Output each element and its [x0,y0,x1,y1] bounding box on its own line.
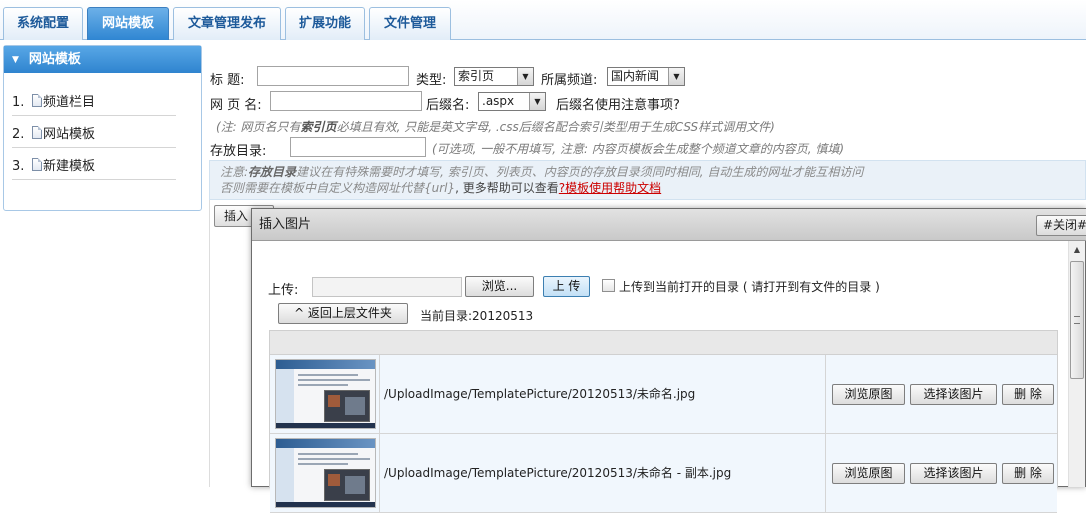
dialog-close-button[interactable]: #关闭# [1036,215,1086,236]
document-icon [32,126,42,139]
hint-text: (注: 网页名只有 [216,120,301,134]
pagename-label: 网 页 名: [210,98,262,113]
tab-file-manager[interactable]: 文件管理 [369,7,451,40]
current-dir: 当前目录:20120513 [420,307,533,324]
image-thumbnail[interactable] [275,359,376,429]
notice-text: 否则需要在模板中自定义构造网址代替{url} [220,181,456,195]
upload-button[interactable]: 上 传 [543,276,590,297]
channel-select-value: 国内新闻 [611,69,660,83]
pagename-input[interactable] [270,91,422,111]
top-tab-bar: 系统配置 网站模板 文章管理发布 扩展功能 文件管理 [0,0,1086,40]
file-path: /UploadImage/TemplatePicture/20120513/未命… [380,355,826,433]
type-select-value: 索引页 [458,69,495,83]
view-original-button[interactable]: 浏览原图 [832,463,905,484]
notice-text: 建议在有特殊需要时才填写, 索引页、列表页、内容页的存放目录须同时相同, 自动生… [296,165,864,179]
channel-select[interactable]: 国内新闻 ▼ [607,67,685,86]
sidebar-link[interactable]: 新建模板 [43,159,95,174]
browse-button[interactable]: 浏览... [465,276,534,297]
thumbnail-cell [270,355,380,433]
upload-to-current-checkbox[interactable] [602,279,615,292]
hint-text: 必填且有效, 只能是英文字母, .css后缀名配合索引类型用于生成CSS样式调用… [336,120,775,134]
suffix-select[interactable]: .aspx ▼ [478,92,546,111]
select-image-button[interactable]: 选择该图片 [910,463,997,484]
current-dir-label: 当前目录: [420,309,473,323]
current-dir-value: 20120513 [472,309,534,323]
title-label: 标 题: [210,73,245,88]
file-row: /UploadImage/TemplatePicture/20120513/未命… [270,434,1057,513]
view-original-button[interactable]: 浏览原图 [832,384,905,405]
directory-notice: 注意:存放目录建议在有特殊需要时才填写, 索引页、列表页、内容页的存放目录须同时… [209,160,1086,200]
suffix-note[interactable]: 后缀名使用注意事项? [556,94,680,113]
type-select[interactable]: 索引页 ▼ [454,67,534,86]
item-number: 1. [12,95,25,110]
tab-site-template[interactable]: 网站模板 [87,7,169,40]
upload-checkbox-label: 上传到当前打开的目录 ( 请打开到有文件的目录 ) [619,280,880,294]
select-image-button[interactable]: 选择该图片 [910,384,997,405]
sidebar-item-new-template[interactable]: 3. 新建模板 [12,154,176,180]
back-to-parent-button[interactable]: ^ 返回上层文件夹 [278,303,408,324]
image-thumbnail[interactable] [275,438,376,508]
help-doc-link[interactable]: ?模板使用帮助文档 [559,181,661,195]
document-icon [32,158,42,171]
form-row-hint: (注: 网页名只有索引页必填且有效, 只能是英文字母, .css后缀名配合索引类… [210,115,1086,137]
notice-text: , 更多帮助可以查看 [455,181,559,195]
file-list-header [270,331,1057,355]
sidebar-title: 网站模板 [28,52,81,67]
dir-hint: (可选项, 一般不用填写, 注意: 内容页模板会生成整个频道文章的内容页, 慎填… [432,142,845,156]
notice-line-2: 否则需要在模板中自定义构造网址代替{url}, 更多帮助可以查看?模板使用帮助文… [220,180,1085,196]
sidebar-item-channel[interactable]: 1. 频道栏目 [12,90,176,116]
delete-button[interactable]: 删 除 [1002,463,1054,484]
tab-system-config[interactable]: 系统配置 [3,7,83,40]
delete-button[interactable]: 删 除 [1002,384,1054,405]
sidebar-item-site-template[interactable]: 2. 网站模板 [12,122,176,148]
insert-image-dialog: 插入图片 #关闭# 上传: 浏览... 上 传 上传到当前打开的目录 ( 请打开… [251,208,1086,513]
file-list-table: /UploadImage/TemplatePicture/20120513/未命… [269,330,1058,513]
sidebar-header[interactable]: ▼ 网站模板 [4,46,201,73]
dir-input[interactable] [290,137,426,157]
form-row-dir: 存放目录: (可选项, 一般不用填写, 注意: 内容页模板会生成整个频道文章的内… [210,137,1086,159]
pagename-hint: (注: 网页名只有索引页必填且有效, 只能是英文字母, .css后缀名配合索引类… [216,118,775,135]
dialog-titlebar[interactable]: 插入图片 #关闭# [252,209,1086,241]
chevron-down-icon: ▼ [668,68,684,85]
dir-label: 存放目录: [210,144,267,159]
scroll-up-arrow-icon[interactable]: ▲ [1069,241,1085,258]
item-number: 3. [12,159,25,174]
chevron-down-icon: ▼ [529,93,545,110]
tab-article-publish[interactable]: 文章管理发布 [173,7,281,40]
dialog-scrollbar[interactable]: ▲ [1068,241,1085,487]
type-label: 类型: [416,73,447,88]
sidebar-link[interactable]: 网站模板 [43,127,95,142]
suffix-select-value: .aspx [482,94,515,108]
thumbnail-cell [270,434,380,512]
triangle-down-icon: ▼ [12,55,19,65]
chevron-down-icon: ▼ [517,68,533,85]
file-row: /UploadImage/TemplatePicture/20120513/未命… [270,355,1057,434]
title-input[interactable] [257,66,409,86]
sidebar: ▼ 网站模板 1. 频道栏目 2. 网站模板 3. 新建模板 [3,45,202,211]
file-path: /UploadImage/TemplatePicture/20120513/未命… [380,434,826,512]
tab-extensions[interactable]: 扩展功能 [285,7,365,40]
channel-label: 所属频道: [541,73,598,88]
scrollbar-thumb[interactable] [1070,261,1084,379]
form-row-title: 标 题: 类型: 索引页 ▼ 所属频道: 国内新闻 ▼ [210,66,1086,88]
form-row-pagename: 网 页 名: 后缀名: .aspx ▼ 后缀名使用注意事项? [210,91,1086,113]
notice-bold: 存放目录 [248,165,297,179]
document-icon [32,94,42,107]
notice-line-1: 注意:存放目录建议在有特殊需要时才填写, 索引页、列表页、内容页的存放目录须同时… [220,164,1085,180]
dialog-title: 插入图片 [259,217,312,232]
hint-bold: 索引页 [300,120,337,134]
sidebar-link[interactable]: 频道栏目 [43,95,95,110]
upload-label: 上传: [268,283,299,298]
item-number: 2. [12,127,25,142]
notice-text: 注意: [220,165,249,179]
upload-file-input[interactable] [312,277,462,297]
suffix-label: 后缀名: [426,98,470,113]
